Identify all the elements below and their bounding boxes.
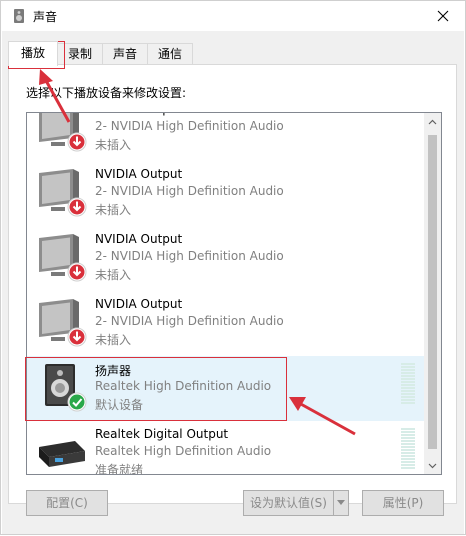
unplugged-badge-icon: [67, 132, 87, 152]
chevron-up-icon: [428, 119, 437, 124]
device-name: NVIDIA Output: [95, 113, 182, 116]
scroll-thumb[interactable]: [428, 135, 437, 449]
device-subtitle: Realtek High Definition Audio: [95, 444, 272, 458]
device-row[interactable]: NVIDIA Output 2- NVIDIA High Definition A…: [27, 161, 424, 226]
volume-level-meter: [401, 363, 415, 405]
chevron-down-icon: [428, 463, 437, 468]
window-title: 声音: [33, 10, 58, 24]
monitor-icon: [35, 167, 89, 219]
device-name: NVIDIA Output: [95, 232, 183, 246]
device-status: 未插入: [95, 203, 132, 217]
vertical-scrollbar[interactable]: [424, 113, 441, 474]
chevron-down-icon: [337, 500, 345, 505]
scroll-up-button[interactable]: [424, 113, 441, 130]
playback-panel: 选择以下播放设备来修改设置: NVIDIA Output 2- NVIDIA Hi…: [8, 64, 457, 504]
device-list[interactable]: NVIDIA Output 2- NVIDIA High Definition A…: [26, 112, 442, 475]
speaker-title-icon: [14, 9, 24, 23]
tab-sounds[interactable]: 声音: [102, 43, 149, 65]
instruction-label: 选择以下播放设备来修改设置:: [26, 86, 187, 100]
monitor-icon: [35, 232, 89, 284]
device-name: NVIDIA Output: [95, 297, 183, 311]
volume-level-meter: [401, 428, 415, 470]
sound-dialog: 声音 播放 录制 声音 通信 选择以下播放设备来修改设置: NVIDIA Out…: [0, 0, 466, 535]
device-status: 默认设备: [95, 398, 144, 412]
device-row[interactable]: NVIDIA Output 2- NVIDIA High Definition A…: [27, 226, 424, 291]
unplugged-badge-icon: [67, 327, 87, 347]
device-status: 未插入: [95, 268, 132, 282]
set-default-dropdown-button[interactable]: [333, 490, 349, 516]
device-subtitle: 2- NVIDIA High Definition Audio: [95, 119, 284, 133]
device-row[interactable]: Realtek Digital Output Realtek High Defin…: [27, 421, 424, 475]
unplugged-badge-icon: [67, 197, 87, 217]
monitor-icon: [35, 297, 89, 349]
device-status: 准备就绪: [95, 463, 144, 475]
set-default-button[interactable]: 设为默认值(S): [243, 490, 334, 516]
device-status: 未插入: [95, 333, 132, 347]
device-name: Realtek Digital Output: [95, 427, 229, 441]
device-row[interactable]: 扬声器 Realtek High Definition Audio 默认设备: [27, 356, 424, 421]
device-row[interactable]: NVIDIA Output 2- NVIDIA High Definition A…: [27, 291, 424, 356]
speaker-icon: [35, 362, 89, 414]
close-button[interactable]: [421, 1, 465, 31]
configure-button[interactable]: 配置(C): [26, 490, 108, 516]
properties-button[interactable]: 属性(P): [362, 490, 444, 516]
device-status: 未插入: [95, 138, 132, 152]
dialog-client-area: 播放 录制 声音 通信 选择以下播放设备来修改设置: NVIDIA Output…: [2, 31, 464, 534]
unplugged-badge-icon: [67, 262, 87, 282]
monitor-icon: [35, 113, 89, 154]
scroll-down-button[interactable]: [424, 457, 441, 474]
digital-output-icon: [35, 427, 89, 474]
device-subtitle: Realtek High Definition Audio: [95, 379, 272, 393]
tab-playback[interactable]: 播放: [8, 41, 59, 66]
default-check-badge-icon: [67, 392, 87, 412]
tab-recording[interactable]: 录制: [57, 43, 104, 65]
device-name: NVIDIA Output: [95, 167, 183, 181]
device-subtitle: 2- NVIDIA High Definition Audio: [95, 184, 284, 198]
title-bar[interactable]: 声音: [1, 1, 465, 31]
device-row[interactable]: NVIDIA Output 2- NVIDIA High Definition A…: [27, 113, 424, 161]
device-name: 扬声器: [95, 364, 132, 378]
device-subtitle: 2- NVIDIA High Definition Audio: [95, 249, 284, 263]
tab-strip: 播放 录制 声音 通信: [8, 41, 194, 66]
tab-communications[interactable]: 通信: [147, 43, 194, 65]
close-icon: [437, 10, 449, 22]
device-subtitle: 2- NVIDIA High Definition Audio: [95, 314, 284, 328]
